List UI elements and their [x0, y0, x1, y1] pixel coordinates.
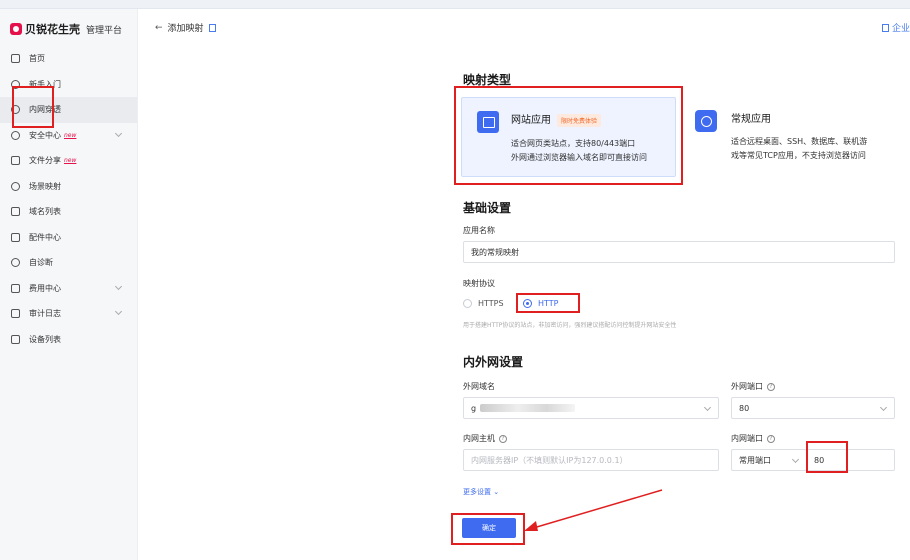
domain-label: 外网域名	[463, 382, 495, 391]
sidebar-item-domains[interactable]: 域名列表	[0, 199, 137, 225]
chevron-down-icon[interactable]	[114, 282, 123, 290]
help-icon[interactable]: ?	[499, 434, 507, 443]
header: ← 添加映射 企业	[139, 9, 910, 41]
card-normal-app[interactable]: 常规应用 适合远程桌面、SSH、数据库、联机游 戏等常见TCP应用，不支持浏览器…	[683, 97, 895, 177]
sidebar-item-label: 域名列表	[29, 207, 61, 217]
card-title: 常规应用	[731, 114, 771, 125]
header-right-link[interactable]: 企业	[881, 21, 910, 34]
card-desc-line: 适合远程桌面、SSH、数据库、联机游	[731, 137, 868, 146]
annotation-arrow-head	[524, 521, 538, 531]
card-desc: 适合远程桌面、SSH、数据库、联机游 戏等常见TCP应用，不支持浏览器访问	[731, 135, 867, 163]
card-desc-line: 戏等常见TCP应用，不支持浏览器访问	[731, 151, 866, 160]
chevron-down-icon	[703, 403, 712, 412]
help-icon[interactable]: ?	[767, 434, 775, 443]
sidebar-item-devices[interactable]: 设备列表	[0, 327, 137, 353]
int-port-type-select[interactable]: 常用端口	[731, 449, 807, 471]
sidebar-item-file-share[interactable]: 文件分享 new	[0, 148, 137, 174]
sidebar-item-label: 文件分享	[29, 156, 61, 166]
page-title: 添加映射	[167, 24, 204, 34]
app-name-label: 应用名称	[463, 226, 495, 235]
new-badge: new	[64, 157, 77, 165]
app-name-input[interactable]: 我的常规映射	[463, 241, 895, 263]
annotation-arrow-line	[529, 489, 663, 530]
top-strip	[0, 0, 910, 9]
sidebar-item-label: 首页	[29, 54, 45, 64]
domain-value: g	[471, 403, 477, 413]
brand-name: 贝锐花生壳	[25, 23, 80, 36]
ext-port-label-text: 外网端口	[731, 382, 763, 391]
cube-icon	[695, 110, 717, 132]
file-share-icon	[11, 156, 20, 166]
ext-port-label: 外网端口?	[731, 381, 775, 392]
sidebar-item-home[interactable]: 首页	[0, 46, 137, 72]
doc-icon	[881, 23, 889, 32]
chevron-down-icon: ⌄	[493, 488, 500, 496]
diagnose-icon	[11, 258, 20, 268]
log-icon	[11, 309, 20, 319]
brand[interactable]: 贝锐花生壳 管理平台	[10, 21, 122, 37]
shield-icon	[11, 130, 20, 140]
more-settings-link[interactable]: 更多设置 ⌄	[463, 487, 499, 497]
home-icon	[11, 54, 20, 64]
header-right-label: 企业	[891, 24, 910, 34]
sidebar-item-audit-log[interactable]: 审计日志	[0, 301, 137, 327]
domain-select[interactable]: g	[463, 397, 719, 419]
sidebar-item-scene[interactable]: 场景映射	[0, 174, 137, 200]
sidebar-item-billing[interactable]: 费用中心	[0, 276, 137, 302]
annotation-box-card	[454, 86, 683, 185]
device-icon	[11, 334, 20, 344]
more-settings-label: 更多设置	[463, 488, 491, 496]
chevron-down-icon	[879, 403, 888, 412]
annotation-box-http	[516, 293, 580, 313]
radio-https-circle[interactable]	[463, 299, 472, 308]
sidebar-item-label: 设备列表	[29, 334, 61, 344]
host-input[interactable]: 内网服务器IP（不填则默认IP为127.0.0.1）	[463, 449, 719, 471]
app-name-value: 我的常规映射	[471, 247, 519, 257]
annotation-box-button	[451, 513, 525, 545]
sidebar-item-label: 配件中心	[29, 232, 61, 242]
sidebar-item-diagnose[interactable]: 自诊断	[0, 250, 137, 276]
ext-port-value: 80	[739, 403, 750, 413]
ext-port-select[interactable]: 80	[731, 397, 895, 419]
annotation-arrow	[524, 489, 663, 531]
domain-icon	[11, 207, 20, 217]
sidebar-item-label: 自诊断	[29, 258, 53, 268]
doc-icon[interactable]	[208, 23, 216, 32]
help-icon[interactable]: ?	[767, 382, 775, 391]
host-placeholder: 内网服务器IP（不填则默认IP为127.0.0.1）	[471, 455, 628, 465]
back-link[interactable]: ← 添加映射	[155, 21, 216, 34]
sidebar-item-accessories[interactable]: 配件中心	[0, 225, 137, 251]
scene-icon	[11, 181, 20, 191]
brand-platform: 管理平台	[86, 25, 123, 36]
back-arrow-icon: ←	[155, 22, 163, 33]
int-port-label: 内网端口?	[731, 433, 775, 444]
brand-logo-icon	[10, 23, 22, 35]
domain-value-blurred	[480, 404, 576, 412]
sidebar-item-label: 场景映射	[29, 181, 61, 191]
protocol-hint: 用于搭建HTTP协议的站点，非加密访问，强烈建议搭配访问控制提升网站安全性	[463, 322, 677, 329]
chevron-down-icon	[791, 455, 800, 464]
network-settings-title: 内外网设置	[463, 355, 524, 369]
chevron-down-icon[interactable]	[114, 307, 123, 316]
billing-icon	[11, 283, 20, 293]
host-label-text: 内网主机	[463, 434, 495, 443]
basic-settings-title: 基础设置	[463, 201, 512, 215]
chevron-down-icon[interactable]	[114, 129, 123, 137]
grid-icon	[11, 232, 20, 242]
sidebar-item-label: 安全中心	[29, 130, 61, 140]
host-label: 内网主机?	[463, 433, 507, 444]
protocol-label: 映射协议	[463, 279, 495, 288]
radio-https-label: HTTPS	[478, 299, 504, 308]
int-port-label-text: 内网端口	[731, 434, 763, 443]
radio-https[interactable]: HTTPS	[463, 299, 504, 308]
sidebar-item-label: 审计日志	[29, 309, 61, 319]
new-badge: new	[64, 131, 77, 139]
sidebar-item-label: 费用中心	[29, 283, 61, 293]
int-port-type-value: 常用端口	[739, 455, 771, 465]
annotation-box-nav	[12, 86, 54, 128]
annotation-box-port	[806, 441, 848, 473]
